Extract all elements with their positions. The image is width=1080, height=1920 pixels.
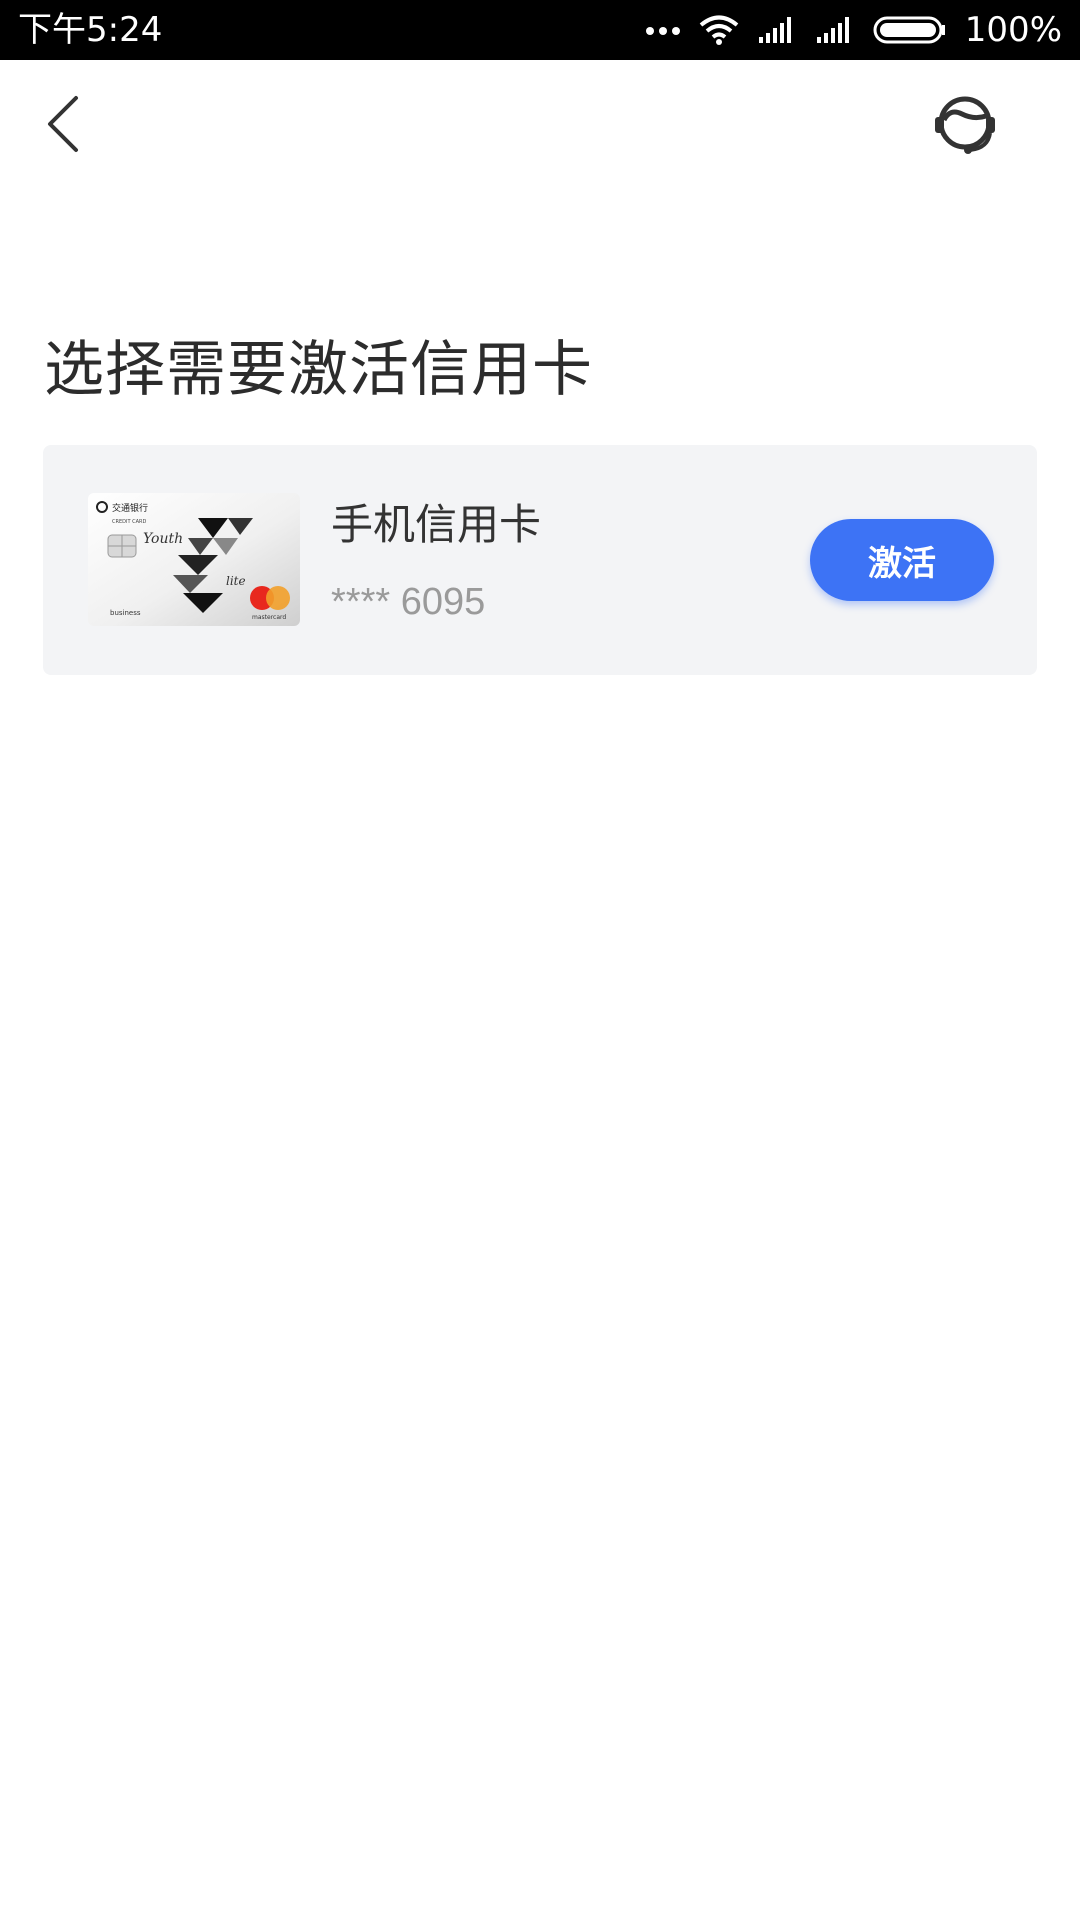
- more-dots-icon: [645, 27, 680, 35]
- status-icons: 100%: [645, 0, 1062, 60]
- activate-button[interactable]: 激活: [810, 519, 994, 601]
- card-number: **** 6095: [331, 581, 486, 623]
- card-credit-line: CREDIT CARD: [112, 519, 146, 525]
- customer-service-icon: [935, 96, 995, 154]
- card-list-item: 交通银行 CREDIT CARD Youth lite business mas…: [43, 445, 1037, 675]
- card-name: 手机信用卡: [331, 500, 542, 549]
- chevron-left-icon: [48, 96, 78, 152]
- battery-percentage: 100%: [964, 10, 1062, 50]
- customer-service-button[interactable]: [930, 90, 1000, 160]
- status-time: 下午5:24: [18, 10, 163, 50]
- credit-card-image: 交通银行 CREDIT CARD Youth lite business mas…: [88, 493, 300, 626]
- battery-icon: [873, 16, 945, 44]
- card-lite-text: lite: [226, 574, 246, 588]
- back-button[interactable]: [40, 92, 88, 156]
- status-bar: 下午5:24 100%: [0, 0, 1080, 60]
- card-youth-text: Youth: [143, 531, 183, 547]
- card-bank-name: 交通银行: [112, 502, 148, 514]
- credit-card-artwork: 交通银行 CREDIT CARD Youth lite business mas…: [88, 493, 300, 626]
- card-network-text: mastercard: [252, 614, 286, 621]
- wifi-icon: [699, 15, 739, 45]
- signal-icon: [758, 17, 791, 43]
- card-business-text: business: [110, 609, 141, 617]
- page-title: 选择需要激活信用卡: [44, 335, 593, 405]
- signal-icon: [816, 17, 849, 43]
